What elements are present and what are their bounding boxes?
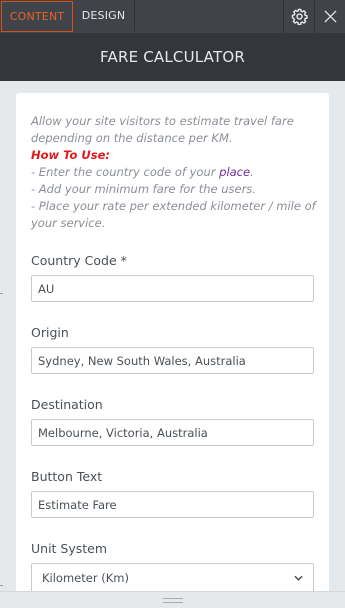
button-text-label: Button Text <box>31 469 103 484</box>
unit-system-value: Kilometer (Km) <box>42 571 129 585</box>
button-text-input[interactable] <box>31 491 314 518</box>
settings-button[interactable] <box>283 0 314 33</box>
tab-design[interactable]: DESIGN <box>73 0 135 31</box>
chevron-down-icon <box>294 575 303 581</box>
destination-input[interactable] <box>31 419 314 446</box>
step-1-suffix: . <box>250 165 254 179</box>
close-icon <box>323 10 337 23</box>
resize-handle[interactable] <box>0 591 345 608</box>
close-button[interactable] <box>314 0 345 33</box>
edge-marker <box>0 585 3 586</box>
how-to-title: How To Use: <box>31 148 111 162</box>
step-1-prefix: - Enter the country code of your <box>31 165 220 179</box>
edge-marker <box>0 293 3 294</box>
description-intro: Allow your site visitors to estimate tra… <box>31 114 294 145</box>
place-link[interactable]: place <box>219 165 250 179</box>
panel-title: FARE CALCULATOR <box>0 33 345 81</box>
widget-description: Allow your site visitors to estimate tra… <box>31 113 321 232</box>
gear-icon <box>291 8 308 25</box>
panel-tabs: CONTENT DESIGN <box>0 0 345 33</box>
origin-input[interactable] <box>31 347 314 374</box>
page-title: FARE CALCULATOR <box>100 48 245 66</box>
destination-label: Destination <box>31 397 103 412</box>
unit-system-select[interactable]: Kilometer (Km) <box>31 563 314 591</box>
origin-label: Origin <box>31 325 69 340</box>
unit-system-label: Unit System <box>31 541 108 556</box>
tab-content[interactable]: CONTENT <box>1 1 73 32</box>
step-2: - Add your minimum fare for the users. <box>31 182 256 196</box>
country-code-label: Country Code * <box>31 253 127 268</box>
panel-content-area[interactable]: Allow your site visitors to estimate tra… <box>0 81 345 591</box>
tabs-spacer <box>135 0 283 33</box>
settings-card: Allow your site visitors to estimate tra… <box>16 93 329 591</box>
country-code-input[interactable] <box>31 275 314 302</box>
grip-icon <box>162 597 183 603</box>
step-3: - Place your rate per extended kilometer… <box>31 199 316 230</box>
